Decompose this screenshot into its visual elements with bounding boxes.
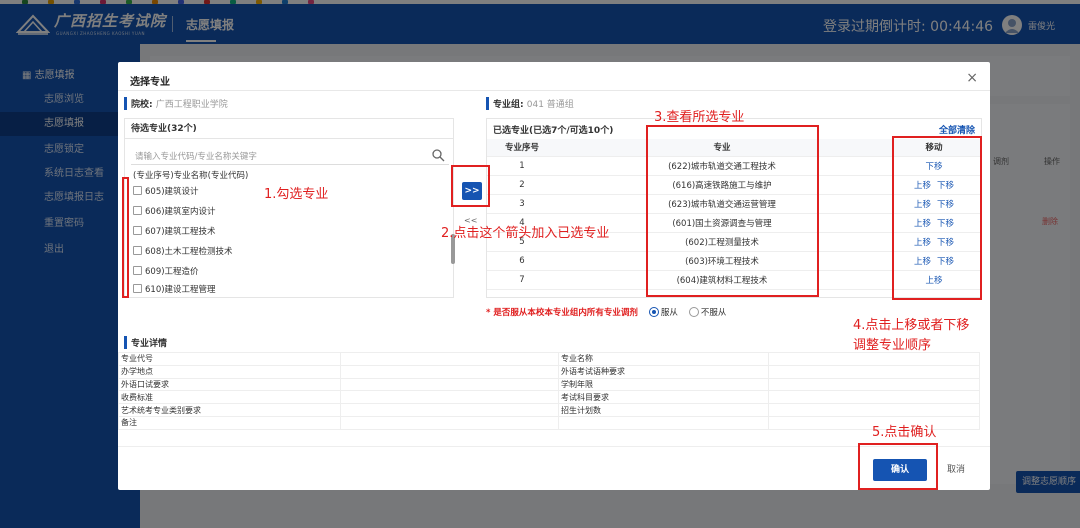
details-row: 收费标准 考试科目要求: [118, 390, 980, 405]
checkbox[interactable]: [133, 206, 142, 215]
details-value: [340, 352, 559, 366]
checkbox[interactable]: [133, 266, 142, 275]
details-row: 备注: [118, 415, 980, 430]
clear-all-link[interactable]: 全部清除: [939, 123, 975, 136]
details-label: 专业代号: [118, 352, 341, 366]
cancel-button[interactable]: 取消: [936, 459, 976, 481]
candidate-label: 608)土木工程检测技术: [145, 247, 233, 257]
candidate-label: 609)工程造价: [145, 267, 199, 277]
group-label: 专业组: 041 普通组: [486, 97, 574, 110]
candidate-panel-header: 待选专业(32个): [125, 119, 453, 139]
candidate-item[interactable]: 608)土木工程检测技术: [133, 243, 233, 261]
candidate-item[interactable]: 607)建筑工程技术: [133, 223, 216, 241]
details-label: 备注: [118, 415, 341, 430]
select-major-dialog: 选择专业 × 院校: 广西工程职业学院 专业组: 041 普通组 待选专业(32…: [118, 62, 990, 490]
details-label: [558, 415, 769, 430]
details-row: 艺术统考专业类别要求 招生计划数: [118, 403, 980, 417]
details-value: [340, 377, 559, 392]
selected-seq: 7: [487, 270, 557, 290]
candidate-item[interactable]: 605)建筑设计: [133, 183, 199, 201]
candidate-column-header: (专业序号)专业名称(专业代码): [133, 171, 249, 181]
annotation-step5: 5.点击确认: [872, 425, 937, 440]
details-label: 招生计划数: [558, 403, 769, 417]
details-label: 外语口试要求: [118, 377, 341, 392]
details-label: 考试科目要求: [558, 390, 769, 405]
details-value: [768, 403, 980, 417]
annotation-box-confirm: [858, 443, 938, 490]
search-placeholder: 请输入专业代码/专业名称关键字: [135, 152, 257, 162]
selected-panel-header: 已选专业(已选7个/可选10个): [493, 126, 614, 136]
checkbox[interactable]: [133, 226, 142, 235]
details-row: 外语口试要求 学制年限: [118, 377, 980, 392]
school-label: 院校: 广西工程职业学院: [124, 97, 228, 110]
school-name: 广西工程职业学院: [155, 100, 228, 110]
radio-disobey-label[interactable]: 不服从: [701, 308, 727, 318]
adjust-question: * 是否服从本校本专业组内所有专业调剂 服从 不服从: [486, 306, 726, 318]
annotation-box-move: [892, 136, 982, 300]
radio-obey[interactable]: [648, 307, 659, 317]
radio-disobey[interactable]: [688, 307, 699, 317]
candidate-label: 607)建筑工程技术: [145, 227, 216, 237]
details-value: [768, 390, 980, 405]
dialog-title: 选择专业: [130, 77, 170, 88]
details-value: [340, 364, 559, 379]
details-value: [340, 415, 559, 430]
radio-obey-label[interactable]: 服从: [661, 308, 678, 318]
col-seq: 专业序号: [487, 139, 557, 157]
details-value: [768, 364, 980, 379]
dialog-divider: [118, 90, 990, 91]
group-name: 041 普通组: [526, 100, 574, 110]
close-icon[interactable]: ×: [966, 70, 978, 86]
checkbox[interactable]: [133, 246, 142, 255]
annotation-box-candidates: [122, 177, 129, 298]
candidate-panel: 待选专业(32个) 请输入专业代码/专业名称关键字 (专业序号)专业名称(专业代…: [124, 118, 454, 298]
candidate-item[interactable]: 609)工程造价: [133, 263, 199, 281]
school-label-key: 院校:: [131, 100, 153, 110]
details-label: 学制年限: [558, 377, 769, 392]
candidate-item[interactable]: 610)建设工程管理: [133, 281, 216, 299]
selected-seq: 6: [487, 251, 557, 271]
checkbox[interactable]: [133, 186, 142, 195]
details-row: 专业代号 专业名称: [118, 352, 980, 366]
adjust-question-text: * 是否服从本校本专业组内所有专业调剂: [486, 308, 638, 318]
details-table: 专业代号 专业名称办学地点 外语考试语种要求外语口试要求 学制年限收费标准 考试科目要求…: [118, 352, 980, 430]
details-value: [340, 390, 559, 405]
details-title: 专业详情: [124, 336, 167, 349]
details-label: 收费标准: [118, 390, 341, 405]
details-row: 办学地点 外语考试语种要求: [118, 364, 980, 379]
annotation-box-arrow: [451, 165, 490, 207]
annotation-step3: 3.查看所选专业: [654, 110, 745, 125]
checkbox[interactable]: [133, 284, 142, 293]
selected-seq: 2: [487, 175, 557, 195]
details-value: [768, 377, 980, 392]
details-label: 外语考试语种要求: [558, 364, 769, 379]
selected-seq: 1: [487, 156, 557, 176]
annotation-step4-line2: 调整专业顺序: [853, 338, 932, 353]
annotation-step2: 2.点击这个箭头加入已选专业: [441, 226, 610, 241]
selected-seq: 3: [487, 194, 557, 214]
candidate-item[interactable]: 606)建筑室内设计: [133, 203, 216, 221]
details-value: [340, 403, 559, 417]
annotation-step1: 1.勾选专业: [264, 187, 329, 202]
candidate-label: 610)建设工程管理: [145, 285, 216, 295]
details-label: 专业名称: [558, 352, 769, 366]
details-label: 艺术统考专业类别要求: [118, 403, 341, 417]
annotation-step4: 4.点击上移或者下移: [853, 318, 970, 333]
candidate-label: 605)建筑设计: [145, 187, 199, 197]
details-value: [768, 352, 980, 366]
candidate-label: 606)建筑室内设计: [145, 207, 216, 217]
group-label-key: 专业组:: [493, 100, 524, 110]
search-icon[interactable]: [431, 148, 445, 162]
annotation-box-selected: [646, 125, 819, 297]
search-input[interactable]: 请输入专业代码/专业名称关键字: [131, 145, 449, 165]
details-label: 办学地点: [118, 364, 341, 379]
